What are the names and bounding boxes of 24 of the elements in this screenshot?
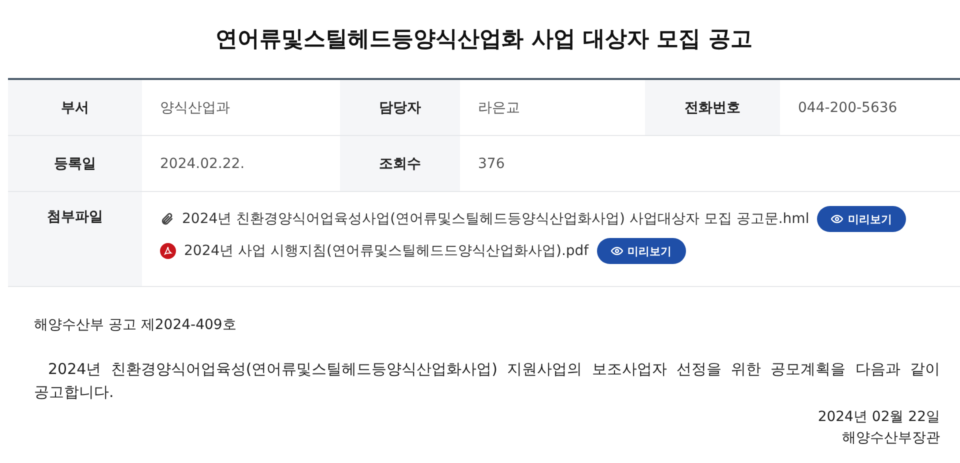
field-label: 담당자 <box>340 80 460 135</box>
field-label: 첨부파일 <box>8 192 142 286</box>
file-link[interactable]: 2024년 사업 시행지침(연어류및스틸헤드드양식산업화사업).pdf <box>184 242 589 260</box>
field-value: 044-200-5636 <box>797 98 898 118</box>
paperclip-icon <box>160 212 174 226</box>
notice-date: 2024년 02월 22일 <box>816 408 940 427</box>
field-label: 조회수 <box>340 136 460 191</box>
field-label: 부서 <box>8 80 142 135</box>
pdf-icon <box>160 243 176 259</box>
field-label: 전화번호 <box>645 80 780 135</box>
eye-icon <box>610 245 623 257</box>
notice-text: 2024년 친환경양식어업육성(연어류및스틸헤드등양식산업화사업) 지원사업의 보조사업자 선정을 위한 공모계획을 다음과 같이 공고합니다. <box>34 359 940 402</box>
field-label: 등록일 <box>8 136 142 191</box>
field-value: 라은교 <box>477 98 521 118</box>
eye-icon <box>831 213 844 225</box>
signer: 해양수산부장관 <box>841 429 940 448</box>
notice-number: 해양수산부 공고 제2024-409호 <box>34 316 238 335</box>
preview-button[interactable]: 미리보기 <box>596 238 686 264</box>
file-link[interactable]: 2024년 친환경양식어업육성사업(연어류및스틸헤드등양식산업화사업) 사업대상자 모집 공고문.hml <box>182 210 810 228</box>
field-value: 2024.02.22. <box>159 154 246 174</box>
preview-button[interactable]: 미리보기 <box>817 206 906 232</box>
field-value: 양식산업과 <box>159 98 231 118</box>
field-value: 376 <box>477 154 506 174</box>
page-title: 연어류및스틸헤드등양식산업화 사업 대상자 모집 공고 <box>214 26 754 54</box>
